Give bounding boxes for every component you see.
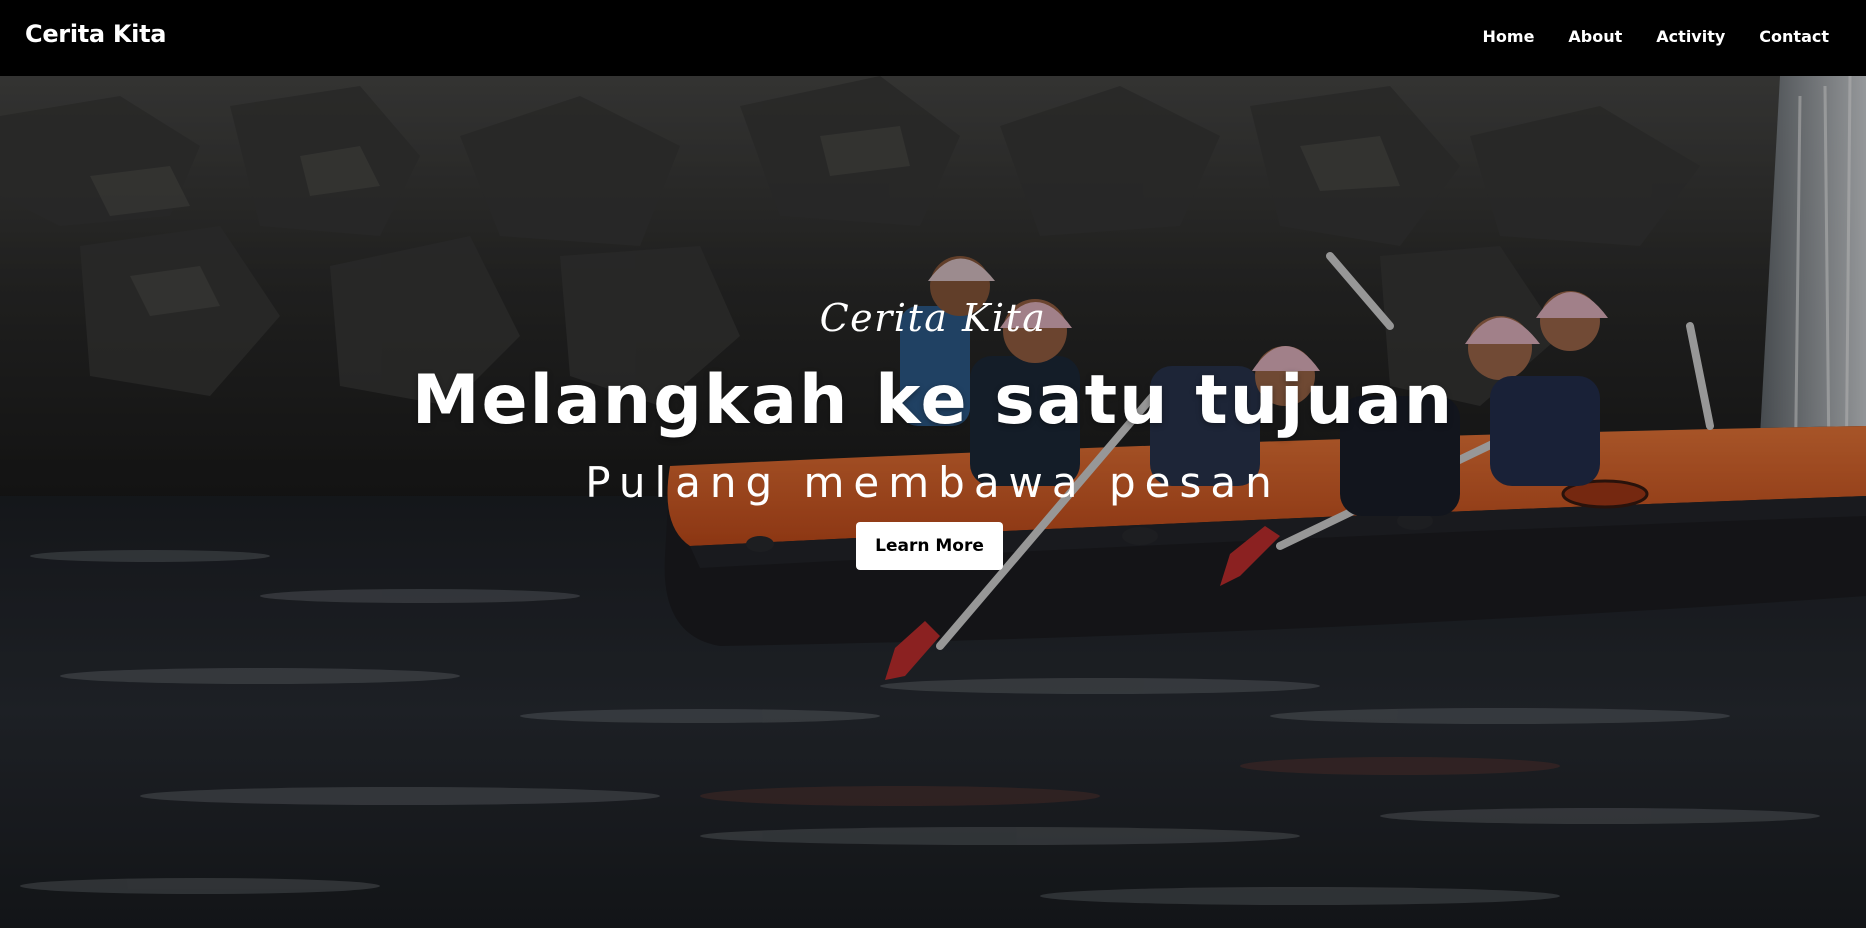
nav-link-home[interactable]: Home	[1483, 24, 1535, 50]
nav-link-about[interactable]: About	[1568, 24, 1622, 50]
nav-link-contact[interactable]: Contact	[1759, 24, 1829, 50]
navbar: Cerita Kita Home About Activity Contact	[0, 0, 1866, 76]
nav-link-activity[interactable]: Activity	[1656, 24, 1725, 50]
hero-headline: Melangkah ke satu tujuan	[411, 361, 1455, 440]
brand-logo[interactable]: Cerita Kita	[25, 18, 166, 50]
main-nav: Home About Activity Contact	[1483, 24, 1829, 50]
hero-content: Cerita Kita Melangkah ke satu tujuan Pul…	[0, 76, 1866, 928]
hero-script-title: Cerita Kita	[819, 296, 1047, 340]
learn-more-button[interactable]: Learn More	[856, 522, 1003, 570]
hero-subline: Pulang membawa pesan	[585, 458, 1281, 507]
hero-section: Cerita Kita Melangkah ke satu tujuan Pul…	[0, 76, 1866, 928]
